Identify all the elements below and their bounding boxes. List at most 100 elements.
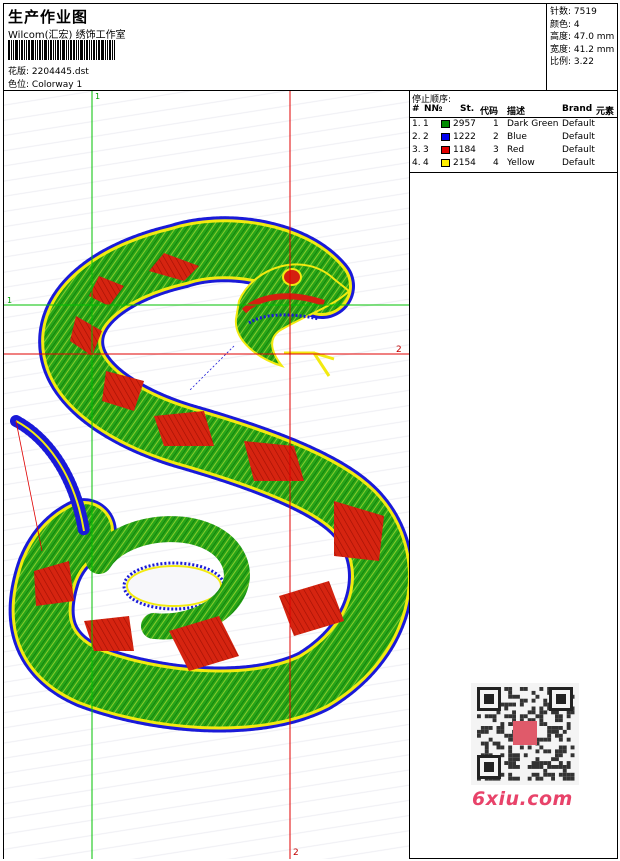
row-description: Yellow (507, 158, 535, 168)
qr-module (512, 753, 516, 758)
guide-label-h2: 2 (396, 345, 402, 355)
diamond (154, 411, 214, 446)
barcode-bar (53, 40, 54, 60)
barcode-bar (101, 40, 104, 60)
header: 生产作业图 Wilcom(汇宏) 绣饰工作室 花版: 2204445.dst 色… (4, 4, 617, 91)
barcode-bar (42, 40, 43, 60)
qr-module (519, 714, 524, 719)
barcode-bar (57, 40, 59, 60)
col-number: N№ (424, 104, 443, 114)
qr-module (500, 722, 505, 726)
color-count: 颜色: 4 (550, 19, 580, 30)
qr-module (539, 710, 544, 715)
qr-module (504, 702, 509, 707)
qr-module (558, 753, 563, 758)
table-row[interactable]: 4. 4 2154 4 Yellow Default (410, 157, 617, 170)
qr-module (570, 745, 575, 750)
barcode-bar (98, 40, 100, 60)
color-swatch (441, 159, 450, 167)
row-number: 2 (423, 132, 429, 142)
qr-code-graphic (477, 687, 575, 781)
barcode-bar (78, 40, 79, 60)
row-code: 3 (493, 145, 499, 155)
qr-module (547, 772, 552, 777)
qr-module (566, 722, 571, 726)
barcode-bar (70, 40, 72, 60)
stitch-count: 针数: 7519 (550, 7, 597, 17)
qr-module (558, 737, 563, 742)
qr-module (555, 714, 559, 719)
qr-module (508, 757, 513, 762)
page-title: 生产作业图 (8, 8, 89, 26)
qr-module (523, 698, 528, 703)
qr-module (508, 702, 513, 707)
table-row[interactable]: 1. 1 2957 1 Dark Green Default (410, 118, 617, 131)
qr-module (543, 772, 548, 777)
watermark-logo: 6xiu.com (472, 788, 573, 810)
qr-module (516, 765, 520, 769)
qr-module (508, 687, 513, 691)
qr-module (508, 733, 513, 738)
qr-module (539, 718, 544, 723)
row-stitches: 1184 (453, 145, 476, 155)
qr-module (547, 729, 552, 734)
qr-module (500, 726, 505, 730)
qr-module (484, 726, 489, 730)
row-index: 3. (412, 145, 421, 155)
barcode-bar (48, 40, 49, 60)
qr-module (555, 765, 559, 769)
qr-module (508, 694, 513, 699)
qr-module (508, 737, 513, 742)
qr-module (566, 761, 571, 765)
qr-module (527, 745, 532, 750)
qr-module (535, 765, 540, 769)
qr-module (539, 706, 544, 711)
qr-module (477, 714, 481, 719)
table-row[interactable]: 3. 3 1184 3 Red Default (410, 144, 617, 157)
row-number: 4 (423, 158, 429, 168)
design-file: 2204445.dst (31, 67, 89, 77)
row-code: 2 (493, 132, 499, 142)
col-index: # (412, 104, 420, 114)
qr-module (531, 706, 536, 711)
qr-module (535, 714, 540, 719)
qr-module (570, 776, 575, 781)
qr-module (539, 761, 544, 765)
row-brand: Default (562, 132, 595, 142)
snake-tongue (284, 351, 335, 377)
qr-module (484, 741, 489, 746)
qr-module (551, 729, 555, 734)
barcode-bar (8, 40, 10, 60)
qr-module (508, 765, 513, 769)
barcode-bar (55, 40, 56, 60)
qr-module (539, 765, 544, 769)
design-canvas[interactable]: 1 1 2 2 (4, 91, 410, 859)
qr-module (512, 761, 516, 765)
qr-module (558, 714, 563, 719)
qr-module (523, 714, 528, 719)
row-index: 4. (412, 158, 421, 168)
qr-module (558, 745, 563, 750)
production-sheet: 生产作业图 Wilcom(汇宏) 绣饰工作室 花版: 2204445.dst 色… (0, 0, 620, 861)
qr-module (523, 687, 528, 691)
qr-module (496, 745, 501, 750)
qr-module (516, 757, 520, 762)
table-row[interactable]: 2. 2 1222 2 Blue Default (410, 131, 617, 144)
coil-hole-rim (126, 565, 222, 607)
color-swatch (441, 133, 450, 141)
qr-module (535, 757, 540, 762)
qr-module (531, 710, 536, 715)
qr-module (531, 698, 536, 703)
qr-module (488, 737, 493, 742)
qr-module (558, 765, 563, 769)
barcode-bar (39, 40, 41, 60)
qr-module (555, 718, 559, 723)
qr-module (539, 745, 544, 750)
qr-module (492, 718, 497, 723)
qr-module (566, 726, 571, 730)
qr-module (555, 757, 559, 762)
qr-module (512, 714, 516, 719)
qr-module (484, 729, 489, 734)
barcode (8, 40, 148, 60)
qr-module (496, 729, 501, 734)
